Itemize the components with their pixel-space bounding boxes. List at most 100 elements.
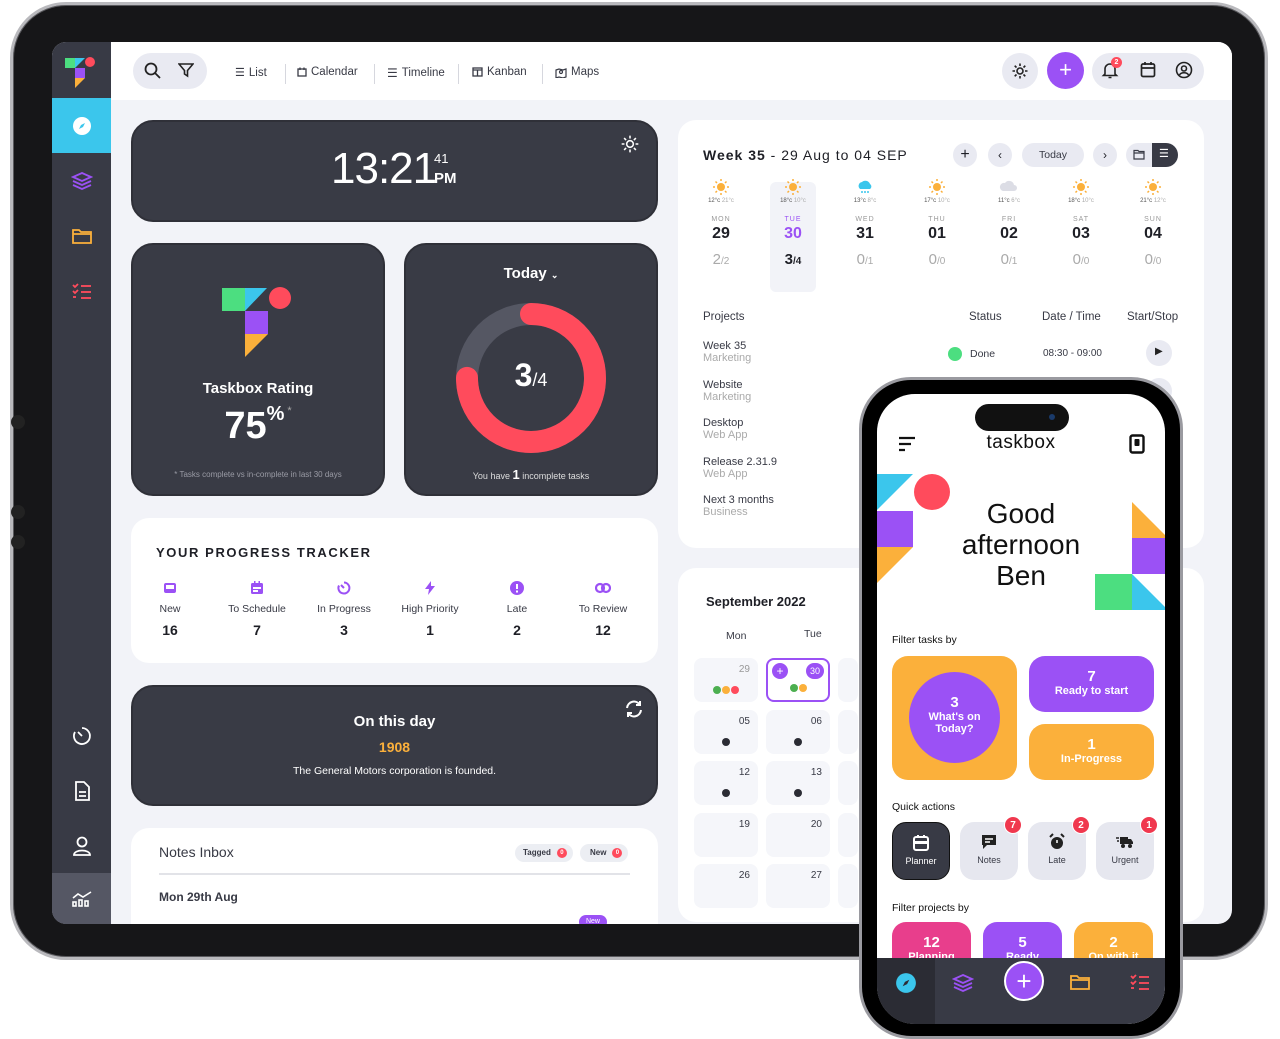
quick-action-planner[interactable]: Planner	[892, 822, 950, 880]
tracker-item[interactable]: High Priority 1	[385, 580, 475, 638]
calendar-day[interactable]: 13	[766, 761, 830, 805]
calendar-day[interactable]	[838, 761, 858, 805]
project-count: 5	[1018, 934, 1027, 951]
event-dots	[768, 684, 828, 692]
week-range: - 29 Aug to 04 SEP	[765, 147, 908, 163]
done-count: 0	[856, 251, 865, 268]
done-count: 0	[1000, 251, 1009, 268]
notifications-button[interactable]: 2	[1101, 57, 1122, 84]
calendar-day[interactable]: 29	[694, 658, 758, 702]
status-done-dot	[948, 347, 962, 361]
day-column[interactable]: 11°c 6°c FRI 02 0/1	[986, 180, 1032, 292]
day-name: SUN	[1144, 216, 1162, 223]
calendar-day[interactable]: 05	[694, 709, 758, 754]
tab-maps[interactable]: Maps	[555, 66, 599, 78]
sidebar-item-projects[interactable]	[52, 153, 111, 208]
tab-calendar[interactable]: Calendar	[297, 66, 358, 78]
day-number: 31	[856, 225, 874, 242]
filter-button[interactable]	[178, 62, 194, 78]
today-button[interactable]: Today	[1022, 143, 1084, 167]
calendar-day[interactable]: 19	[694, 812, 758, 857]
calendar-day[interactable]: 20	[766, 812, 830, 857]
calendar-day[interactable]	[838, 658, 858, 702]
progress-tracker-title: YOUR PROGRESS TRACKER	[156, 545, 372, 560]
calendar-day[interactable]	[838, 812, 858, 857]
settings-button[interactable]	[1002, 53, 1038, 89]
day-number: 26	[738, 870, 750, 881]
progress-tracker-card: YOUR PROGRESS TRACKER New 16 To Schedule 7 I…	[131, 518, 658, 663]
calendar-day[interactable]: +30	[766, 658, 830, 702]
add-button[interactable]: +	[1004, 961, 1044, 1001]
tab-list[interactable]: ☰ List	[235, 66, 267, 80]
add-event-icon[interactable]: +	[772, 663, 788, 679]
device-icon[interactable]	[1129, 434, 1145, 454]
day-column[interactable]: 17°c 10°c THU 01 0/0	[914, 179, 960, 292]
today-filter-tile[interactable]: 3 What's on Today?	[892, 656, 1017, 780]
calendar-day[interactable]	[838, 709, 858, 754]
sidebar-item-profile[interactable]	[52, 818, 111, 873]
sidebar-item-timer[interactable]	[52, 708, 111, 763]
footer-text: incomplete tasks	[519, 471, 590, 481]
today-label: Today?	[935, 723, 974, 735]
day-column[interactable]: 12°c 21°c MON 29 2/2	[698, 179, 744, 292]
temperature: 13°c 8°c	[842, 198, 888, 204]
layers-icon[interactable]	[952, 972, 974, 994]
calendar-day[interactable]	[838, 864, 858, 908]
sidebar-item-folders[interactable]	[52, 208, 111, 263]
rating-footnote: * Tasks complete vs in-complete in last …	[174, 470, 342, 479]
calendar-day[interactable]: 27	[766, 864, 830, 908]
search-button[interactable]	[144, 62, 161, 79]
refresh-icon[interactable]	[624, 699, 644, 719]
ready-filter-tile[interactable]: 7 Ready to start	[1029, 656, 1154, 712]
day-column[interactable]: 18°c 10°c TUE 30 3/4	[770, 179, 816, 292]
day-number: 19	[738, 818, 750, 830]
sidebar-item-analytics[interactable]	[52, 873, 111, 924]
plus-icon: +	[1016, 966, 1032, 996]
sidebar-item-dashboard[interactable]	[52, 98, 111, 153]
profile-button[interactable]	[1175, 61, 1193, 84]
checklist-icon[interactable]	[1129, 973, 1151, 991]
today-dropdown[interactable]: Today ⌄	[406, 265, 656, 282]
calendar-button[interactable]	[1140, 61, 1156, 83]
tracker-item[interactable]: To Schedule 7	[212, 580, 302, 638]
project-category: Marketing	[703, 352, 752, 364]
day-column[interactable]: 18°c 10°c SAT 03 0/0	[1058, 179, 1104, 292]
sidebar-item-documents[interactable]	[52, 763, 111, 818]
list-view-button[interactable]: ☰	[1152, 143, 1178, 167]
folder-view-icon[interactable]	[1133, 149, 1145, 160]
inprogress-filter-tile[interactable]: 1 In-Progress	[1029, 724, 1154, 780]
clock-settings-icon[interactable]	[620, 134, 640, 154]
filter-new[interactable]: New 0	[580, 844, 629, 862]
tracker-item[interactable]: New 16	[125, 580, 215, 638]
tab-timeline[interactable]: ☰ Timeline	[387, 66, 445, 80]
calendar-day[interactable]: 12	[694, 761, 758, 805]
tab-kanban[interactable]: Kanban	[472, 66, 527, 78]
next-week-button[interactable]: ›	[1093, 143, 1117, 167]
day-column[interactable]: 13°c 8°c WED 31 0/1	[842, 180, 888, 292]
day-column[interactable]: 21°c 12°c SUN 04 0/0	[1130, 179, 1176, 292]
nav-dashboard[interactable]	[877, 958, 935, 1024]
compass-icon	[72, 116, 91, 135]
tracker-value: 12	[595, 622, 611, 638]
folder-icon[interactable]	[1069, 973, 1091, 991]
prev-week-button[interactable]: ‹	[988, 143, 1012, 167]
project-row[interactable]: Week 35 Marketing	[703, 340, 903, 364]
filter-tagged[interactable]: Tagged 0	[515, 844, 573, 862]
quick-action-late[interactable]: Late 2	[1028, 816, 1090, 880]
planner-icon	[911, 833, 931, 853]
sun-icon	[1071, 178, 1091, 196]
sidebar-item-tasks[interactable]	[52, 263, 111, 318]
add-event-button[interactable]: +	[953, 143, 977, 167]
add-button[interactable]: +	[1047, 52, 1084, 89]
tracker-item[interactable]: Late 2	[472, 580, 562, 638]
calendar-day[interactable]: 06	[766, 709, 830, 754]
tracker-item[interactable]: To Review 12	[558, 580, 648, 638]
quick-action-urgent[interactable]: Urgent 1	[1096, 816, 1158, 880]
play-button[interactable]: ▶	[1146, 340, 1172, 366]
calendar-day[interactable]: 26	[694, 864, 758, 908]
tablet-button	[11, 535, 25, 549]
quick-action-notes[interactable]: Notes 7	[960, 816, 1022, 880]
tracker-item[interactable]: In Progress 3	[299, 580, 389, 638]
divider	[374, 64, 375, 84]
day-tasks: 0/0	[1058, 251, 1104, 268]
